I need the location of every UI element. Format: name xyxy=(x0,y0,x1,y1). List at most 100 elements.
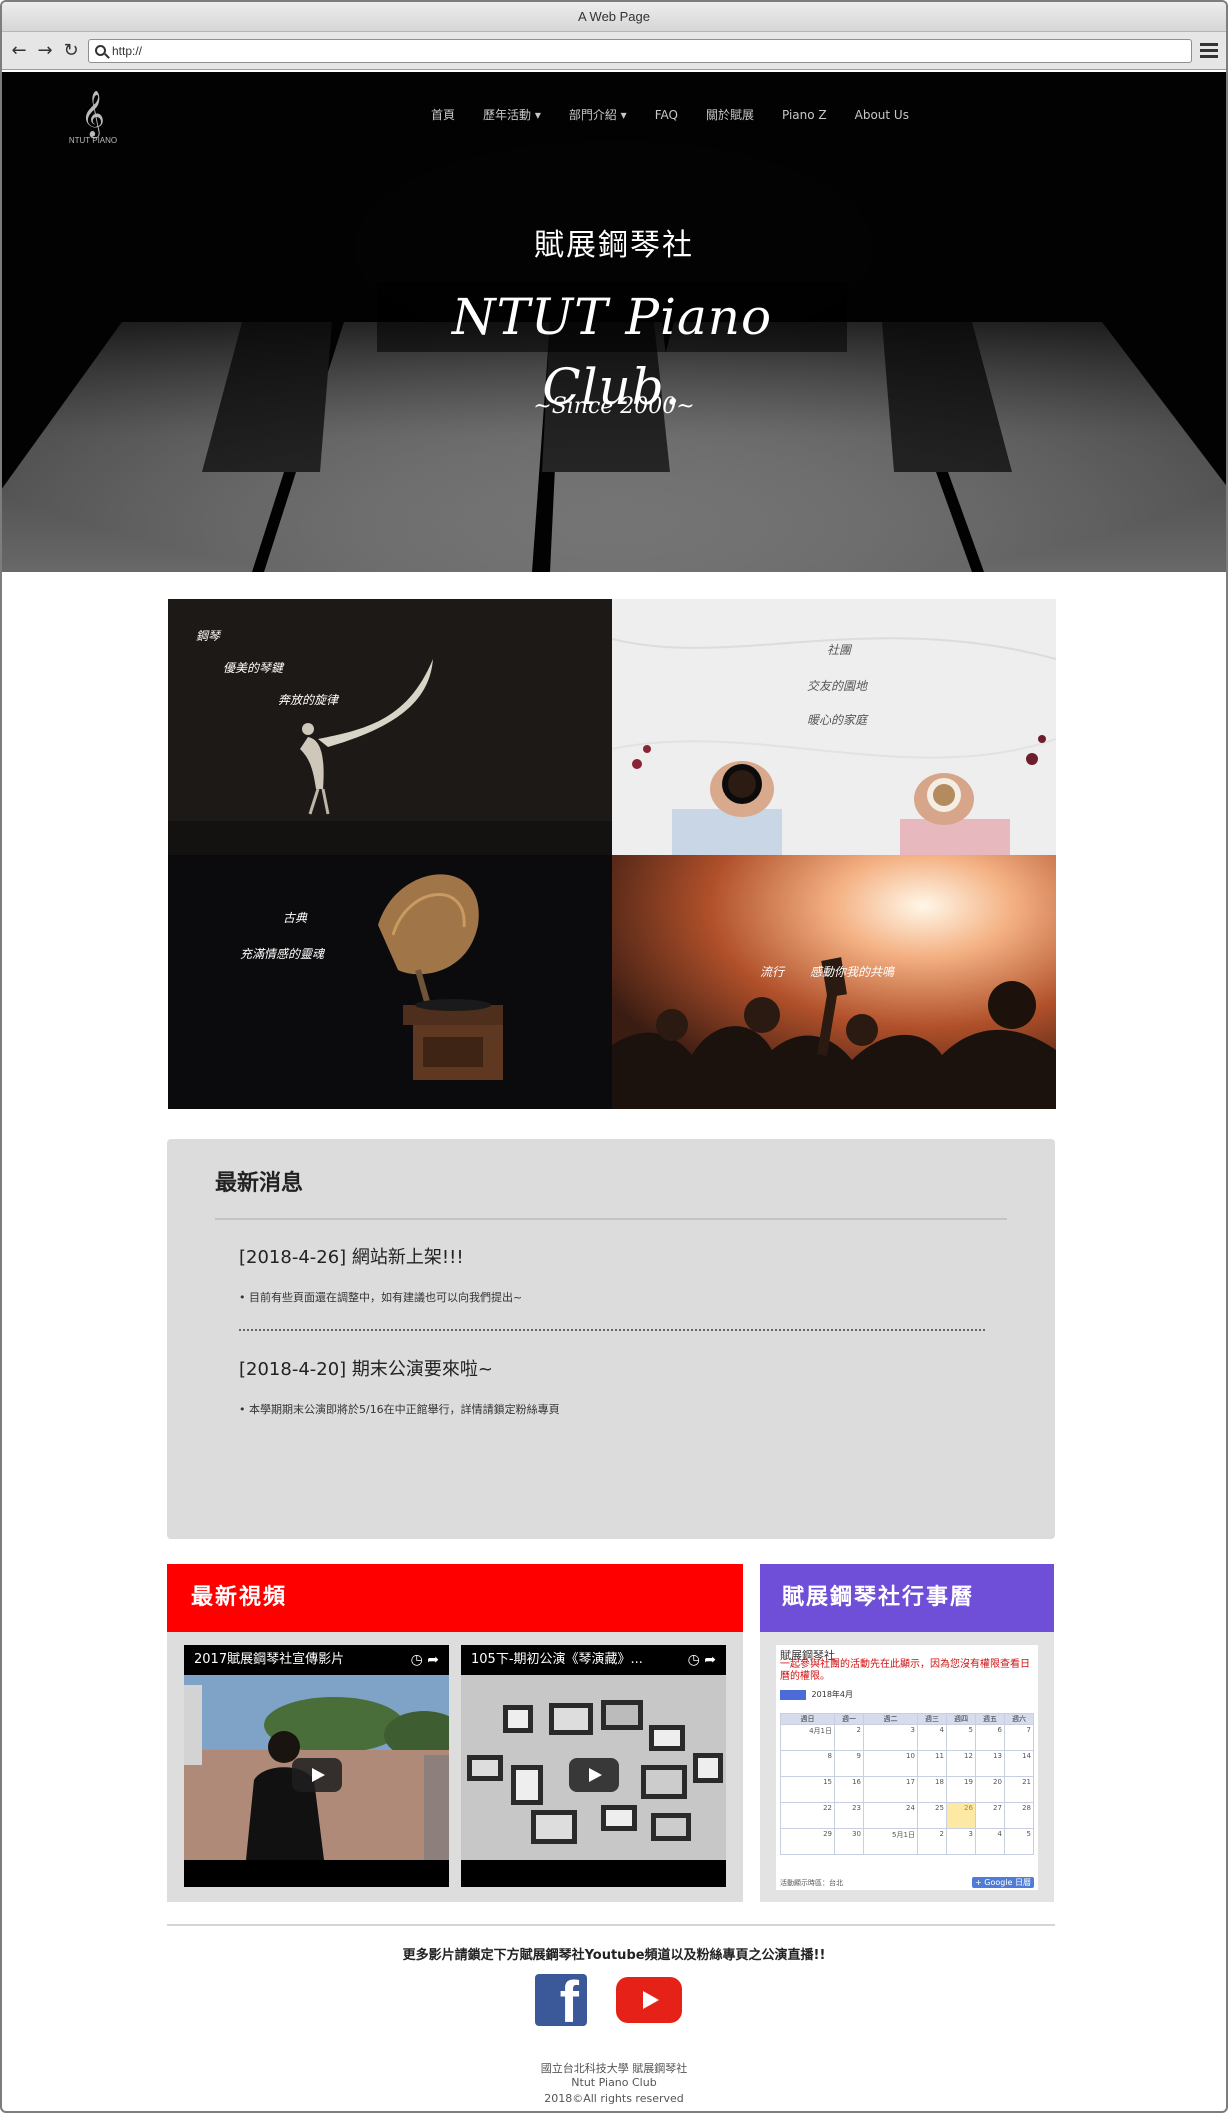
calendar-day[interactable]: 21 xyxy=(1003,1776,1035,1803)
calendar-day[interactable]: 11 xyxy=(916,1750,947,1777)
address-bar[interactable]: http:// xyxy=(88,38,1192,63)
calendar-day[interactable]: 10 xyxy=(862,1750,918,1777)
calendar-day[interactable]: 18 xyxy=(916,1776,947,1803)
calendar-day[interactable]: 22 xyxy=(780,1802,835,1829)
search-icon xyxy=(95,45,106,56)
nav-about-us[interactable]: About Us xyxy=(841,100,923,130)
weekday-header: 週一 xyxy=(833,1713,864,1725)
divider xyxy=(215,1218,1007,1220)
news-item-body: • 本學期期末公演即將於5/16在中正館舉行，詳情請鎖定粉絲專頁 xyxy=(239,1403,560,1416)
calendar-day[interactable]: 29 xyxy=(780,1828,835,1855)
calendar-day[interactable]: 4月1日 xyxy=(780,1724,835,1751)
add-to-google-calendar-button[interactable]: + Google 日曆 xyxy=(972,1877,1034,1888)
calendar-day[interactable]: 25 xyxy=(916,1802,947,1829)
calendar-day[interactable]: 4 xyxy=(916,1724,947,1751)
calendar-day[interactable]: 13 xyxy=(974,1750,1005,1777)
browser-window: A Web Page ← → ↻ http:// 𝄞 NTUT PIANO 首頁… xyxy=(0,0,1228,2113)
reload-icon[interactable]: ↻ xyxy=(62,40,80,61)
weekday-header: 週二 xyxy=(862,1713,918,1725)
calendar-day[interactable]: 27 xyxy=(974,1802,1005,1829)
tile-caption-line: 交友的園地 xyxy=(807,679,868,693)
calendar-day[interactable]: 5 xyxy=(945,1724,976,1751)
calendar-day[interactable]: 5月1日 xyxy=(862,1828,918,1855)
footer-more-videos-text: 更多影片請鎖定下方賦展鋼琴社Youtube頻道以及粉絲專頁之公演直播!! xyxy=(402,1948,826,1963)
nav-faq[interactable]: FAQ xyxy=(641,100,692,130)
calendar-day[interactable]: 7 xyxy=(1003,1724,1035,1751)
calendar-day[interactable]: 8 xyxy=(780,1750,835,1777)
gramophone-image xyxy=(168,855,612,1109)
watch-later-share-icon[interactable]: ◷ ➦ xyxy=(688,1652,716,1668)
calendar-heading: 賦展鋼琴社行事曆 xyxy=(760,1564,1054,1632)
video-player[interactable]: 105下-期初公演《琴演藏》... ◷ ➦ xyxy=(461,1645,726,1887)
calendar-day[interactable]: 20 xyxy=(974,1776,1005,1803)
news-item-title[interactable]: [2018-4-20] 期末公演要來啦~ xyxy=(239,1355,493,1381)
play-icon[interactable] xyxy=(568,1758,619,1792)
club-logo[interactable]: 𝄞 NTUT PIANO xyxy=(68,92,118,154)
calendar-notice: 一起參與社團的活動先在此顯示，因為您沒有權限查看日曆的權限。 xyxy=(780,1659,1030,1682)
treble-clef-icon: 𝄞 xyxy=(81,91,105,137)
calendar-day[interactable]: 12 xyxy=(945,1750,976,1777)
nav-piano-z[interactable]: Piano Z xyxy=(768,100,841,130)
calendar-day[interactable]: 4 xyxy=(974,1828,1005,1855)
video-player[interactable]: 2017賦展鋼琴社宣傳影片 ◷ ➦ xyxy=(184,1645,449,1887)
calendar-day[interactable]: 19 xyxy=(945,1776,976,1803)
tile-caption-line: 優美的琴鍵 xyxy=(223,661,284,675)
play-icon[interactable] xyxy=(291,1758,342,1792)
calendar-day[interactable]: 2 xyxy=(833,1724,864,1751)
footer-copyright: 2018©All rights reserved xyxy=(544,2092,684,2105)
tile-caption-line: 古典 xyxy=(283,911,308,925)
gallery-tile-club: 社團 交友的園地 暖心的家庭 xyxy=(612,599,1056,855)
calendar-day[interactable]: 16 xyxy=(833,1776,864,1803)
video-title: 105下-期初公演《琴演藏》... xyxy=(461,1645,726,1675)
tile-caption-line: 鋼琴 xyxy=(196,629,221,643)
calendar-day[interactable]: 17 xyxy=(862,1776,918,1803)
weekday-header: 週日 xyxy=(780,1713,835,1725)
nav-departments[interactable]: 部門介紹 ▾ xyxy=(555,100,641,130)
calendar-day[interactable]: 30 xyxy=(833,1828,864,1855)
forward-arrow-icon[interactable]: → xyxy=(36,40,54,61)
footer-school-name: 國立台北科技大學 賦展鋼琴社 xyxy=(540,2062,688,2075)
calendar-day[interactable]: 9 xyxy=(833,1750,864,1777)
calendar-day[interactable]: 6 xyxy=(974,1724,1005,1751)
back-arrow-icon[interactable]: ← xyxy=(10,40,28,61)
calendar-day[interactable]: 3 xyxy=(862,1724,918,1751)
google-calendar-embed[interactable]: 賦展鋼琴社 一起參與社團的活動先在此顯示，因為您沒有權限查看日曆的權限。 201… xyxy=(776,1645,1038,1890)
browser-toolbar: ← → ↻ http:// xyxy=(2,32,1226,70)
nav-past-events[interactable]: 歷年活動 ▾ xyxy=(469,100,555,130)
hero-since: ~Since 2000~ xyxy=(533,394,695,419)
youtube-icon[interactable] xyxy=(616,1977,682,2023)
calendar-day[interactable]: 2 xyxy=(916,1828,947,1855)
divider xyxy=(167,1924,1055,1926)
hero-banner: 𝄞 NTUT PIANO 首頁 歷年活動 ▾ 部門介紹 ▾ FAQ 關於賦展 P… xyxy=(2,72,1226,572)
videos-heading: 最新視頻 xyxy=(167,1564,743,1632)
prev-next-buttons[interactable] xyxy=(780,1689,806,1700)
calendar-day[interactable]: 24 xyxy=(862,1802,918,1829)
calendar-day[interactable]: 28 xyxy=(1003,1802,1035,1829)
news-section: 最新消息 [2018-4-26] 網站新上架!!! • 目前有些頁面還在調整中，… xyxy=(167,1139,1055,1539)
hero-title: NTUT Piano Club. xyxy=(451,288,773,416)
facebook-glyph: f xyxy=(559,1970,579,2035)
calendar-day[interactable]: 14 xyxy=(1003,1750,1035,1777)
nav-home[interactable]: 首頁 xyxy=(417,100,469,130)
calendar-day[interactable]: 23 xyxy=(833,1802,864,1829)
facebook-icon[interactable]: f xyxy=(535,1974,587,2032)
weekday-header: 週六 xyxy=(1003,1713,1035,1725)
hero-subtitle: 賦展鋼琴社 xyxy=(534,228,694,263)
calendar-day[interactable]: 5 xyxy=(1003,1828,1035,1855)
calendar-day-today[interactable]: 26 xyxy=(945,1802,976,1829)
nav-about-club[interactable]: 關於賦展 xyxy=(692,100,768,130)
video-title: 2017賦展鋼琴社宣傳影片 xyxy=(184,1645,449,1675)
hamburger-menu-icon[interactable] xyxy=(1200,43,1218,58)
watch-later-share-icon[interactable]: ◷ ➦ xyxy=(411,1652,439,1668)
calendar-day[interactable]: 15 xyxy=(780,1776,835,1803)
weekday-header: 週四 xyxy=(945,1713,976,1725)
gallery-tile-pop: 流行 感動你我的共鳴 xyxy=(612,855,1056,1109)
weekday-header: 週三 xyxy=(916,1713,947,1725)
news-item-body: • 目前有些頁面還在調整中，如有建議也可以向我們提出~ xyxy=(239,1291,523,1304)
calendar-month: 2018年4月 xyxy=(780,1689,853,1700)
news-item-title[interactable]: [2018-4-26] 網站新上架!!! xyxy=(239,1243,464,1269)
tile-caption-line: 充滿情感的靈魂 xyxy=(240,947,325,961)
footer-club-name: Ntut Piano Club xyxy=(571,2076,657,2089)
nav-menu: 首頁 歷年活動 ▾ 部門介紹 ▾ FAQ 關於賦展 Piano Z About … xyxy=(417,100,923,130)
calendar-day[interactable]: 3 xyxy=(945,1828,976,1855)
